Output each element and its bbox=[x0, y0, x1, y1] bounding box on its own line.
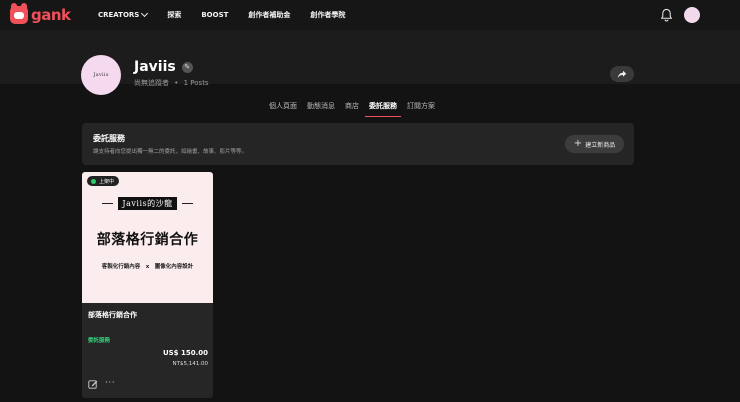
tab-shop[interactable]: 商店 bbox=[341, 101, 363, 117]
profile-name: Javiis bbox=[134, 59, 176, 75]
nav-creators[interactable]: CREATORS bbox=[98, 9, 149, 19]
product-category: 委託服務 bbox=[88, 338, 111, 344]
followers-count: 尚無追蹤者 bbox=[134, 79, 169, 87]
price-twd: NT$5,141.00 bbox=[172, 361, 208, 367]
section-title: 委託服務 bbox=[93, 134, 125, 143]
image-subtitle: 客製化行銷內容 x 圖像化內容設計 bbox=[101, 264, 194, 270]
status-label: 上架中 bbox=[99, 178, 115, 185]
image-title-row: Javiis的沙龍 bbox=[82, 197, 213, 210]
tab-profile[interactable]: 個人頁面 bbox=[265, 101, 301, 117]
more-options-icon[interactable]: ··· bbox=[105, 379, 115, 388]
tab-commissions[interactable]: 委託服務 bbox=[365, 101, 401, 117]
share-button[interactable] bbox=[610, 66, 634, 82]
logo-text: gank bbox=[31, 6, 71, 24]
tab-feed[interactable]: 動態消息 bbox=[303, 101, 339, 117]
profile-avatar-text: Javiis bbox=[93, 72, 109, 78]
nav-creator-fund[interactable]: 創作者補助金 bbox=[248, 10, 290, 20]
profile-avatar: Javiis bbox=[81, 55, 121, 95]
profile-meta: 尚無追蹤者 • 1 Posts bbox=[134, 78, 209, 88]
bell-icon[interactable] bbox=[660, 8, 673, 22]
product-card[interactable]: 上架中 Javiis的沙龍 部落格行銷合作 客製化行銷內容 x 圖像化內容設計 … bbox=[82, 172, 213, 398]
divider bbox=[181, 203, 193, 204]
price-usd: US$ 150.00 bbox=[162, 349, 208, 357]
nav-explore[interactable]: 探索 bbox=[167, 10, 181, 20]
status-dot-icon bbox=[91, 178, 96, 184]
user-avatar[interactable] bbox=[684, 7, 700, 23]
section-description: 讓支持者向您提出獨一無二的委託，如繪畫、故事、影片等等。 bbox=[93, 149, 248, 155]
posts-count: 1 Posts bbox=[183, 79, 209, 87]
edit-profile-icon[interactable]: ✎ bbox=[181, 61, 193, 73]
gank-logo[interactable]: gank bbox=[10, 3, 71, 24]
chevron-down-icon bbox=[141, 9, 149, 18]
create-product-button[interactable]: + 建立新商品 bbox=[565, 135, 624, 153]
nav-boost[interactable]: BOOST bbox=[201, 11, 228, 19]
image-heading: 部落格行銷合作 bbox=[96, 232, 199, 248]
status-badge: 上架中 bbox=[87, 176, 120, 186]
edit-icon[interactable] bbox=[88, 379, 98, 389]
logo-icon bbox=[10, 3, 28, 24]
share-icon bbox=[617, 70, 627, 78]
plus-icon: + bbox=[573, 138, 583, 149]
image-title: Javiis的沙龍 bbox=[118, 197, 177, 210]
commission-section-header: 委託服務 讓支持者向您提出獨一無二的委託，如繪畫、故事、影片等等。 + 建立新商… bbox=[82, 123, 634, 165]
meta-separator: • bbox=[174, 79, 179, 87]
nav-creator-academy[interactable]: 創作者學院 bbox=[310, 10, 345, 20]
profile-tabs: 個人頁面 動態消息 商店 委託服務 訂閱方案 bbox=[265, 101, 439, 117]
nav-creators-label: CREATORS bbox=[98, 11, 140, 19]
tab-subscriptions[interactable]: 訂閱方案 bbox=[403, 101, 439, 117]
divider bbox=[102, 203, 114, 204]
product-name: 部落格行銷合作 bbox=[88, 311, 137, 319]
top-nav: gank CREATORS 探索 BOOST 創作者補助金 創作者學院 bbox=[0, 0, 740, 30]
product-image: 上架中 Javiis的沙龍 部落格行銷合作 客製化行銷內容 x 圖像化內容設計 bbox=[82, 172, 213, 303]
create-product-label: 建立新商品 bbox=[585, 141, 616, 149]
profile-name-row: Javiis ✎ bbox=[134, 59, 193, 75]
